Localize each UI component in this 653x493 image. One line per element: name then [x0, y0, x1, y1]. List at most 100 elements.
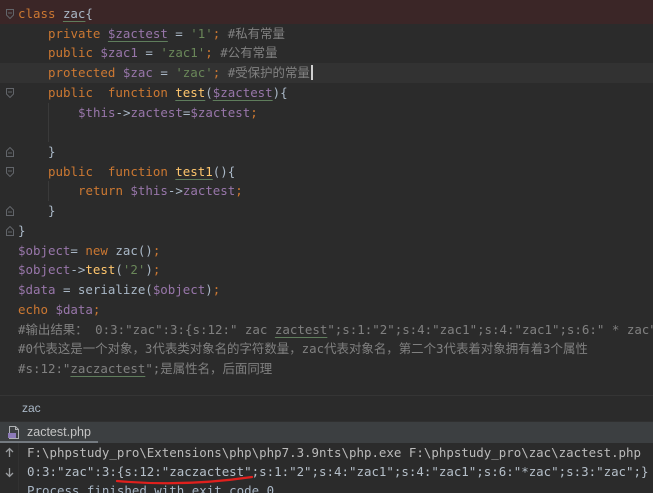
comment-token: #私有常量: [220, 25, 285, 41]
run-tab-zactest[interactable]: zactest.php: [0, 422, 98, 443]
code-text-token: ->: [115, 104, 131, 120]
function-name-token: test: [175, 84, 206, 100]
code-line[interactable]: }: [0, 201, 653, 221]
code-text-token: ->: [70, 262, 86, 278]
fold-open-icon[interactable]: [6, 166, 14, 177]
code-line[interactable]: #输出结果： 0:3:"zac":3:{s:12:" zac zactest";…: [0, 320, 653, 340]
code-line[interactable]: public function test1(){: [0, 162, 653, 182]
code-lines[interactable]: class zac{private $zactest = '1'; #私有常量 p…: [0, 4, 653, 379]
comment-token: ";是属性名，后面同理: [145, 360, 273, 376]
text-caret: [310, 65, 313, 81]
keyword-token: ;: [212, 282, 221, 298]
code-text-token: = serialize(: [55, 282, 153, 298]
variable-token: $data: [18, 282, 56, 298]
run-console[interactable]: F:\phpstudy_pro\Extensions\php\php7.3.9n…: [0, 443, 653, 493]
variable-token: $object: [152, 282, 206, 298]
fold-open-icon[interactable]: [6, 87, 14, 98]
keyword-token: public function: [48, 84, 176, 100]
comment-token: ";s:1:"2";s:4:"zac1";s:4:"zac1";s:6:" * …: [327, 321, 653, 337]
code-text-token: ){: [272, 84, 288, 100]
code-line[interactable]: [0, 122, 653, 143]
indent-guide: [48, 122, 49, 143]
string-token: 'zac1': [160, 45, 206, 61]
variable-token: $zactest: [212, 84, 273, 100]
code-text-token: (){: [212, 163, 236, 179]
code-text-token: =: [137, 45, 161, 61]
string-token: '2': [122, 262, 146, 278]
code-line[interactable]: $object->test('2');: [0, 260, 653, 280]
keyword-token: private: [48, 25, 108, 41]
run-tab-label: zactest.php: [27, 425, 91, 439]
code-line[interactable]: public function test($zactest){: [0, 83, 653, 103]
keyword-token: ;: [235, 183, 243, 199]
keyword-token: public: [48, 45, 101, 61]
code-line[interactable]: protected $zac = 'zac'; #受保护的常量: [0, 63, 653, 83]
code-editor[interactable]: class zac{private $zactest = '1'; #私有常量 p…: [0, 0, 653, 395]
fold-close-icon[interactable]: [6, 225, 14, 236]
code-line[interactable]: $object= new zac();: [0, 241, 653, 261]
string-token: '1': [190, 25, 213, 41]
code-text-token: }: [48, 203, 56, 219]
variable-token: $zac1: [100, 45, 138, 61]
keyword-token: class: [18, 6, 63, 21]
console-status-line: Process finished with exit code 0: [27, 483, 275, 493]
variable-token: $zac: [122, 65, 153, 81]
code-line[interactable]: }: [0, 142, 653, 162]
fold-open-icon[interactable]: [6, 9, 14, 19]
code-text-token: =: [167, 25, 191, 41]
code-line[interactable]: $data = serialize($object);: [0, 280, 653, 300]
keyword-token: ;: [152, 242, 161, 258]
php-file-icon: [8, 426, 19, 439]
code-text-token: }: [18, 222, 26, 238]
code-text-token: (: [115, 262, 123, 278]
variable-token: $object: [18, 262, 71, 278]
fold-close-icon[interactable]: [6, 206, 14, 217]
code-line[interactable]: }: [0, 221, 653, 241]
code-text-token: {: [85, 6, 93, 21]
indent-guide: [48, 102, 49, 123]
comment-token: #受保护的常量: [220, 65, 310, 81]
function-name-token: test1: [175, 163, 213, 179]
comment-token: zactest: [274, 321, 328, 337]
keyword-token: ;: [205, 45, 213, 61]
code-line[interactable]: return $this->zactest;: [0, 181, 653, 202]
keyword-token: new: [85, 242, 116, 258]
keyword-token: ;: [250, 104, 258, 120]
code-text-token: zac(): [115, 242, 153, 258]
variable-token: zactest: [182, 183, 236, 199]
run-tool-window-tabs: zactest.php: [0, 421, 653, 443]
code-line[interactable]: $this->zactest=$zactest;: [0, 102, 653, 123]
variable-token: zactest: [130, 104, 183, 120]
console-toolbar: [0, 443, 19, 493]
breadcrumb-item-class[interactable]: zac: [22, 401, 41, 415]
keyword-token: return: [78, 183, 131, 199]
code-line[interactable]: echo $data;: [0, 300, 653, 320]
code-text-token: ): [145, 262, 153, 278]
code-line[interactable]: #s:12:"zaczactest";是属性名，后面同理: [0, 359, 653, 379]
code-line[interactable]: class zac{: [0, 4, 653, 24]
variable-token: $this: [130, 183, 168, 199]
variable-token: $zactest: [107, 25, 168, 41]
code-line[interactable]: public $zac1 = 'zac1'; #公有常量: [0, 43, 653, 63]
down-arrow-icon[interactable]: [4, 467, 15, 478]
variable-token: $this: [78, 104, 116, 120]
variable-token: $data: [55, 301, 93, 317]
variable-token: $object: [18, 242, 71, 258]
comment-token: zaczactest: [70, 360, 146, 376]
console-output-line: 0:3:"zac":3:{s:12:"zaczactest";s:1:"2";s…: [27, 464, 649, 479]
fold-close-icon[interactable]: [6, 147, 14, 158]
console-command-line: F:\phpstudy_pro\Extensions\php\php7.3.9n…: [27, 445, 642, 460]
code-line[interactable]: private $zactest = '1'; #私有常量: [0, 24, 653, 44]
code-text-token: (: [205, 84, 213, 100]
comment-token: #公有常量: [212, 45, 278, 61]
console-output: F:\phpstudy_pro\Extensions\php\php7.3.9n…: [27, 443, 653, 493]
code-text-token: =: [70, 242, 86, 258]
function-name-token: test: [85, 262, 116, 278]
code-text-token: }: [48, 144, 56, 160]
up-arrow-icon[interactable]: [4, 447, 15, 458]
code-line[interactable]: #0代表这是一个对象，3代表类对象名的字符数量，zac代表对象名，第二个3代表着…: [0, 339, 653, 359]
indent-guide: [48, 181, 49, 202]
keyword-token: public function: [48, 163, 176, 179]
keyword-token: echo: [18, 301, 56, 317]
comment-token: #输出结果： 0:3:"zac":3:{s:12:" zac: [18, 321, 275, 337]
